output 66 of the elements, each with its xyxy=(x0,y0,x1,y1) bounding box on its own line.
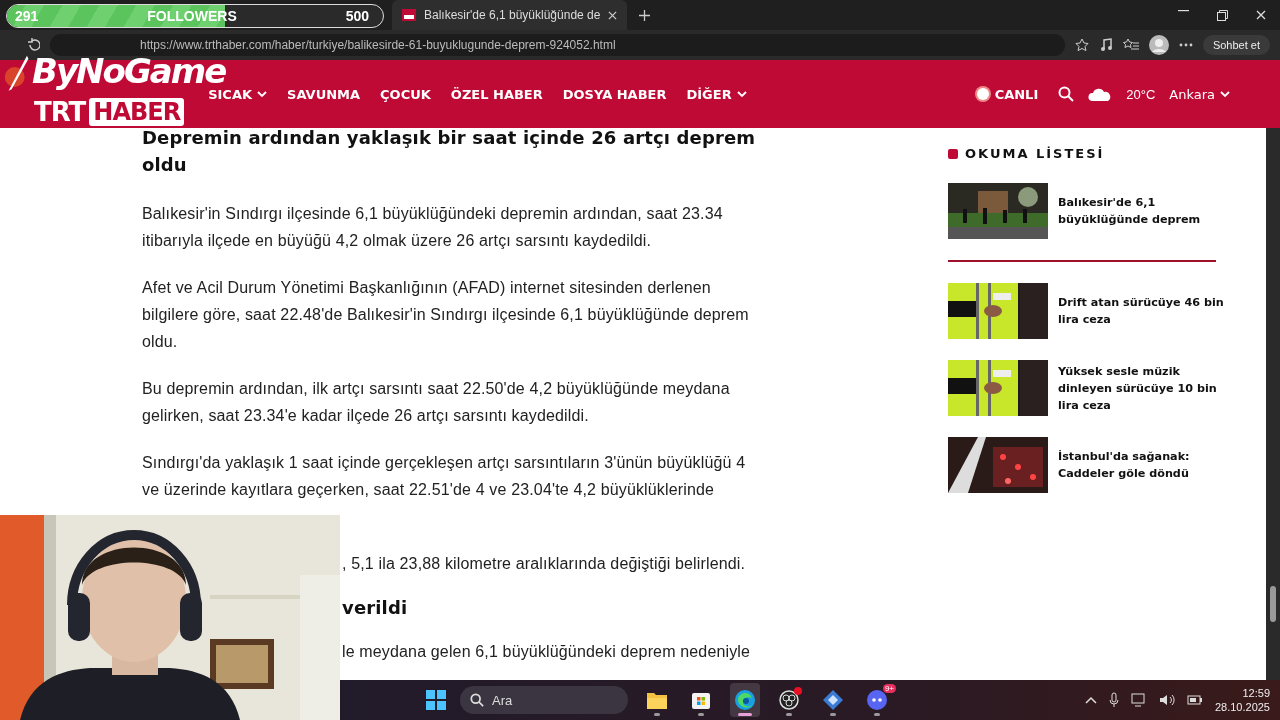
article-paragraph: Afet ve Acil Durum Yönetimi Başkanlığının (AFAD) internet sitesinden derlenen bilgilere göre, saat 22.48'de Balıkesir'in Sındırgı ilçesinde 6,1 büyüklüğünde deprem oldu. xyxy=(142,278,750,352)
windows-icon[interactable] xyxy=(426,690,446,710)
news-link[interactable]: Yüksek sesle müzik dinleyen sürücüye 10 bin lira ceza xyxy=(1058,362,1228,414)
network-icon[interactable] xyxy=(1130,693,1147,707)
goal-count: 500 xyxy=(345,8,369,24)
notification-badge: 9+ xyxy=(882,684,896,693)
search-icon[interactable] xyxy=(1058,86,1075,102)
recorder-icon[interactable] xyxy=(778,689,800,711)
follower-count: 291 xyxy=(15,8,39,24)
news-link[interactable]: Drift atan sürücüye 46 bin lira ceza xyxy=(1058,294,1228,328)
battery-icon[interactable] xyxy=(1186,695,1203,705)
speaker-icon[interactable] xyxy=(1158,693,1175,707)
article-paragraph: Sındırgı'da yaklaşık 1 saat içinde gerçekleşen artçı sarsıntıların 3'ünün büyüklüğü 4 ve üzerinde kayıtlara geçerken, saat 22.51'de 4 ve 23.04'te 4,2 büyüklüklerinde xyxy=(142,453,747,500)
chat-button[interactable]: Sohbet et xyxy=(1202,35,1270,55)
star-icon[interactable] xyxy=(1074,38,1089,52)
cube-icon[interactable] xyxy=(822,689,844,711)
clock-date[interactable]: 28.10.2025 xyxy=(1214,700,1270,714)
article-paragraph: , 5,1 ila 23,88 kilometre aralıklarında değiştiği belirlendi. xyxy=(341,554,747,574)
nav-item[interactable]: SAVUNMA xyxy=(287,86,361,102)
chat-icon[interactable] xyxy=(866,689,888,711)
search-icon xyxy=(470,693,484,707)
microphone-icon[interactable] xyxy=(1108,692,1119,708)
reading-list-title: OKUMA LİSTESİ xyxy=(965,146,1105,161)
taskbar-app[interactable] xyxy=(730,683,760,717)
profile-avatar[interactable] xyxy=(1148,35,1169,55)
logo-text[interactable]: TRT xyxy=(34,97,86,127)
temperature: 20°C xyxy=(1126,86,1156,102)
address-field[interactable]: https://www.trthaber.com/haber/turkiye/balikesirde-61-buyuklugunde-deprem-924052.html xyxy=(50,34,1065,56)
nav-item[interactable]: SICAK xyxy=(208,86,268,102)
browser-tab[interactable]: Balıkesir'de 6,1 büyüklüğünde de xyxy=(392,0,628,30)
scrollbar-thumb[interactable] xyxy=(1270,586,1276,622)
nav-item[interactable]: ÖZEL HABER xyxy=(450,86,543,102)
cloud-icon xyxy=(1088,87,1113,101)
nav-item[interactable]: DOSYA HABER xyxy=(562,86,667,102)
chevron-icon xyxy=(257,90,268,98)
search-field[interactable]: Ara xyxy=(460,686,628,714)
browser-icon[interactable] xyxy=(734,689,756,711)
store-icon[interactable] xyxy=(691,690,711,710)
section-heading: Depremin ardından yaklaşık bir saat içinde 26 artçı deprem oldu xyxy=(142,126,757,177)
nav-item[interactable]: DİĞER xyxy=(686,86,747,102)
clock-time[interactable]: 12:59 xyxy=(1242,686,1270,700)
folder-icon[interactable] xyxy=(646,690,668,710)
site-favicon xyxy=(402,9,416,21)
live-button[interactable]: CANLI xyxy=(970,85,1045,103)
chevron-up-icon[interactable] xyxy=(1084,696,1097,704)
bullet-icon xyxy=(948,148,958,159)
brand-logo-text: ByNoGame xyxy=(32,54,226,88)
more-icon[interactable] xyxy=(1178,43,1193,47)
chevron-icon xyxy=(736,90,747,98)
section-heading: verildi xyxy=(341,597,409,618)
news-link[interactable]: Balıkesir'de 6,1 büyüklüğünde deprem xyxy=(1058,194,1228,228)
chevron-icon xyxy=(1220,90,1230,98)
article-paragraph: Balıkesir'in Sındırgı ilçesinde 6,1 büyüklüğündeki depremin ardından, saat 23.34 itibarıyla ilçede en büyüğü 4,2 olmak üzere 26 artçı sarsıntı kaydedildi. xyxy=(142,204,724,251)
close-tab-icon[interactable] xyxy=(608,10,618,20)
nav-item[interactable]: ÇOCUK xyxy=(380,86,431,102)
maximize-icon[interactable] xyxy=(1217,9,1228,21)
new-tab-icon[interactable] xyxy=(639,9,651,21)
logo-box[interactable]: HABER xyxy=(89,98,185,126)
city-selector[interactable]: Ankara xyxy=(1169,86,1230,102)
news-link[interactable]: İstanbul'da sağanak: Caddeler göle döndü xyxy=(1058,448,1228,482)
minimize-icon[interactable] xyxy=(1178,9,1189,12)
article-paragraph: le meydana gelen 6,1 büyüklüğündeki deprem nedeniyle xyxy=(341,642,752,662)
music-icon[interactable] xyxy=(1098,38,1113,52)
close-icon[interactable] xyxy=(1256,9,1266,20)
article-paragraph: Bu depremin ardından, ilk artçı sarsıntı saat 22.50'de 4,2 büyüklüğünde meydana gelirken, saat 23.34'e kadar ilçede 26 artçı sarsıntı kaydedildi. xyxy=(142,379,731,426)
favorites-icon[interactable] xyxy=(1122,38,1139,52)
